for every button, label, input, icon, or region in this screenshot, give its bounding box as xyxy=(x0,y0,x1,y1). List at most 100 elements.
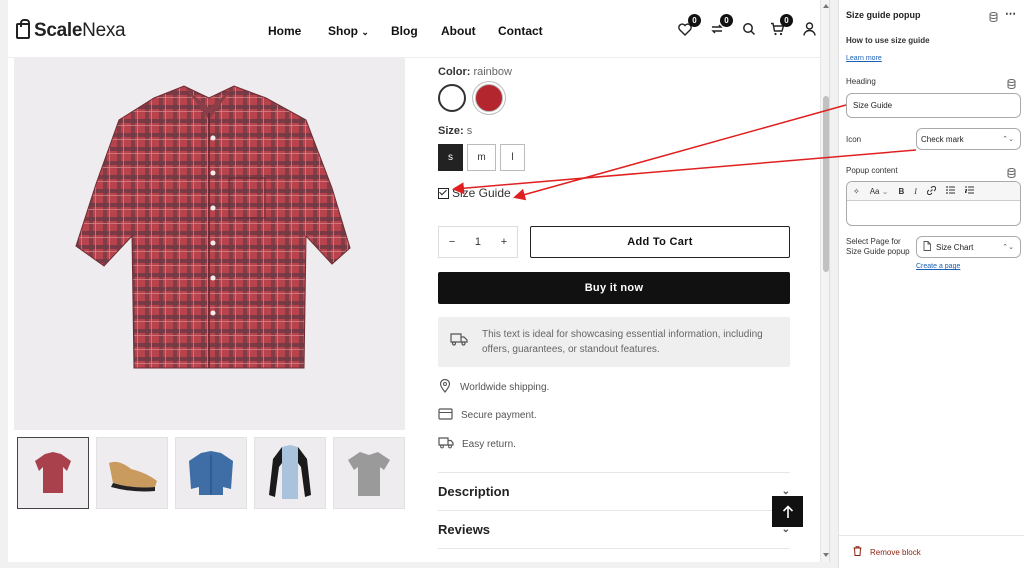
app-stage: Scale Nexa Home Shop ⌄ Blog About Contact… xyxy=(0,0,1024,568)
icon-select-value: Check mark xyxy=(921,134,964,144)
popup-content-label: Popup content xyxy=(846,166,898,175)
header-icons: 0 0 0 xyxy=(676,14,818,38)
italic-button[interactable]: I xyxy=(914,187,917,196)
color-value: rainbow xyxy=(473,66,512,78)
text-style-label: Aa xyxy=(869,186,880,196)
logo-text-bold: Scale xyxy=(34,20,83,41)
accordion-description-title: Description xyxy=(438,484,510,499)
page-select-value: Size Chart xyxy=(936,242,974,252)
buy-now-button[interactable]: Buy it now xyxy=(438,272,790,304)
product-info: Color: rainbow Size: s s m l Size Guide … xyxy=(438,66,790,549)
remove-block-label: Remove block xyxy=(870,547,921,557)
arrow-up-icon xyxy=(782,504,793,518)
accordion-next xyxy=(438,548,790,562)
chevron-down-icon: ⌄ xyxy=(361,27,369,37)
bold-button[interactable]: B xyxy=(898,187,904,196)
check-mark-icon xyxy=(438,187,449,199)
back-to-top-button[interactable] xyxy=(772,496,803,527)
database-icon[interactable] xyxy=(1007,76,1016,94)
create-page-link[interactable]: Create a page xyxy=(916,261,960,270)
thumbnail-shoe[interactable] xyxy=(96,437,168,509)
bullet-list-icon[interactable] xyxy=(945,186,955,196)
text-style-dropdown[interactable]: Aa ⌄ xyxy=(870,187,889,196)
howto-title: How to use size guide xyxy=(846,36,930,45)
page-icon xyxy=(923,241,931,253)
color-label: Color: xyxy=(438,66,471,78)
swatch-red[interactable] xyxy=(475,84,503,112)
add-to-cart-button[interactable]: Add To Cart xyxy=(530,226,790,258)
database-icon[interactable] xyxy=(989,9,998,27)
icon-label: Icon xyxy=(846,135,862,144)
link-icon[interactable] xyxy=(926,185,936,197)
qty-minus-button[interactable]: − xyxy=(449,236,455,248)
page-select[interactable]: Size Chart ⌃⌄ xyxy=(916,236,1021,258)
swatch-white[interactable] xyxy=(438,84,466,112)
feature-shipping: Worldwide shipping. xyxy=(438,378,549,396)
plaid-shirt-image xyxy=(75,85,351,369)
product-main-image[interactable] xyxy=(14,58,405,430)
credit-card-icon xyxy=(438,408,453,423)
nav-shop[interactable]: Shop ⌄ xyxy=(328,24,391,38)
create-page-text: Create a page xyxy=(916,263,961,270)
more-options-icon[interactable]: ⋯ xyxy=(1005,7,1016,20)
account-icon[interactable] xyxy=(800,20,818,38)
chevron-down-icon: ⌄ xyxy=(881,186,889,196)
cart-row: − 1 + Add To Cart xyxy=(438,226,790,258)
thumbnail-strip xyxy=(17,437,405,509)
trash-icon xyxy=(853,546,862,558)
editor-toolbar: ✧ Aa ⌄ B I xyxy=(847,182,1020,201)
learn-more-text: Learn more xyxy=(846,55,882,62)
qty-value[interactable]: 1 xyxy=(475,236,481,248)
compare-icon[interactable]: 0 xyxy=(708,14,733,38)
truck-icon xyxy=(450,333,468,351)
accordion-reviews[interactable]: Reviews ⌄ xyxy=(438,510,790,548)
ai-sparkle-icon[interactable]: ✧ xyxy=(853,187,860,196)
qty-plus-button[interactable]: + xyxy=(501,236,507,248)
size-options: s m l xyxy=(438,144,790,171)
compare-count: 0 xyxy=(720,14,733,27)
select-page-label: Select Page for Size Guide popup xyxy=(846,237,910,256)
size-guide-link[interactable]: Size Guide xyxy=(438,186,790,200)
numbered-list-icon[interactable] xyxy=(964,186,974,196)
remove-block-button[interactable]: Remove block xyxy=(839,535,1024,568)
thumbnail-shirt[interactable] xyxy=(17,437,89,509)
storefront-preview: Scale Nexa Home Shop ⌄ Blog About Contact… xyxy=(8,0,830,562)
learn-more-link[interactable]: Learn more xyxy=(846,53,882,62)
thumbnail-raglan-shirt[interactable] xyxy=(254,437,326,509)
settings-panel: Size guide popup ⋯ How to use size guide… xyxy=(838,0,1024,568)
editor-body[interactable] xyxy=(847,201,1020,225)
nav-home[interactable]: Home xyxy=(268,24,328,38)
cart-count: 0 xyxy=(780,14,793,27)
cart-icon[interactable]: 0 xyxy=(768,14,793,38)
size-option-label: Size: s xyxy=(438,125,790,137)
scrollbar-thumb[interactable] xyxy=(823,96,829,272)
nav-about[interactable]: About xyxy=(441,24,498,38)
scroll-down-arrow-icon[interactable] xyxy=(823,553,829,557)
select-arrows-icon: ⌃⌄ xyxy=(1002,244,1014,251)
icon-select[interactable]: Check mark ⌃⌄ xyxy=(916,128,1021,150)
info-text: This text is ideal for showcasing essent… xyxy=(482,329,763,355)
thumbnail-grey-tee[interactable] xyxy=(333,437,405,509)
heading-input[interactable]: Size Guide xyxy=(846,93,1021,118)
wishlist-icon[interactable]: 0 xyxy=(676,14,701,38)
feature-return: Easy return. xyxy=(438,437,516,452)
nav-blog[interactable]: Blog xyxy=(391,24,441,38)
wishlist-count: 0 xyxy=(688,14,701,27)
preview-scrollbar[interactable] xyxy=(820,0,829,562)
scroll-up-arrow-icon[interactable] xyxy=(823,4,829,8)
size-l-button[interactable]: l xyxy=(500,144,525,171)
heading-label: Heading xyxy=(846,77,876,86)
store-logo[interactable]: Scale Nexa xyxy=(16,19,126,42)
accordion-description[interactable]: Description ⌄ xyxy=(438,472,790,510)
accordion-reviews-title: Reviews xyxy=(438,522,491,537)
store-header: Scale Nexa Home Shop ⌄ Blog About Contact… xyxy=(8,0,820,58)
size-s-button[interactable]: s xyxy=(438,144,463,171)
quantity-stepper[interactable]: − 1 + xyxy=(438,226,518,258)
size-m-button[interactable]: m xyxy=(467,144,496,171)
feature-payment-label: Secure payment. xyxy=(461,410,537,421)
size-guide-label: Size Guide xyxy=(452,186,511,200)
thumbnail-denim-jacket[interactable] xyxy=(175,437,247,509)
nav-contact[interactable]: Contact xyxy=(498,24,543,38)
search-icon[interactable] xyxy=(740,20,758,38)
size-value: s xyxy=(466,125,473,137)
